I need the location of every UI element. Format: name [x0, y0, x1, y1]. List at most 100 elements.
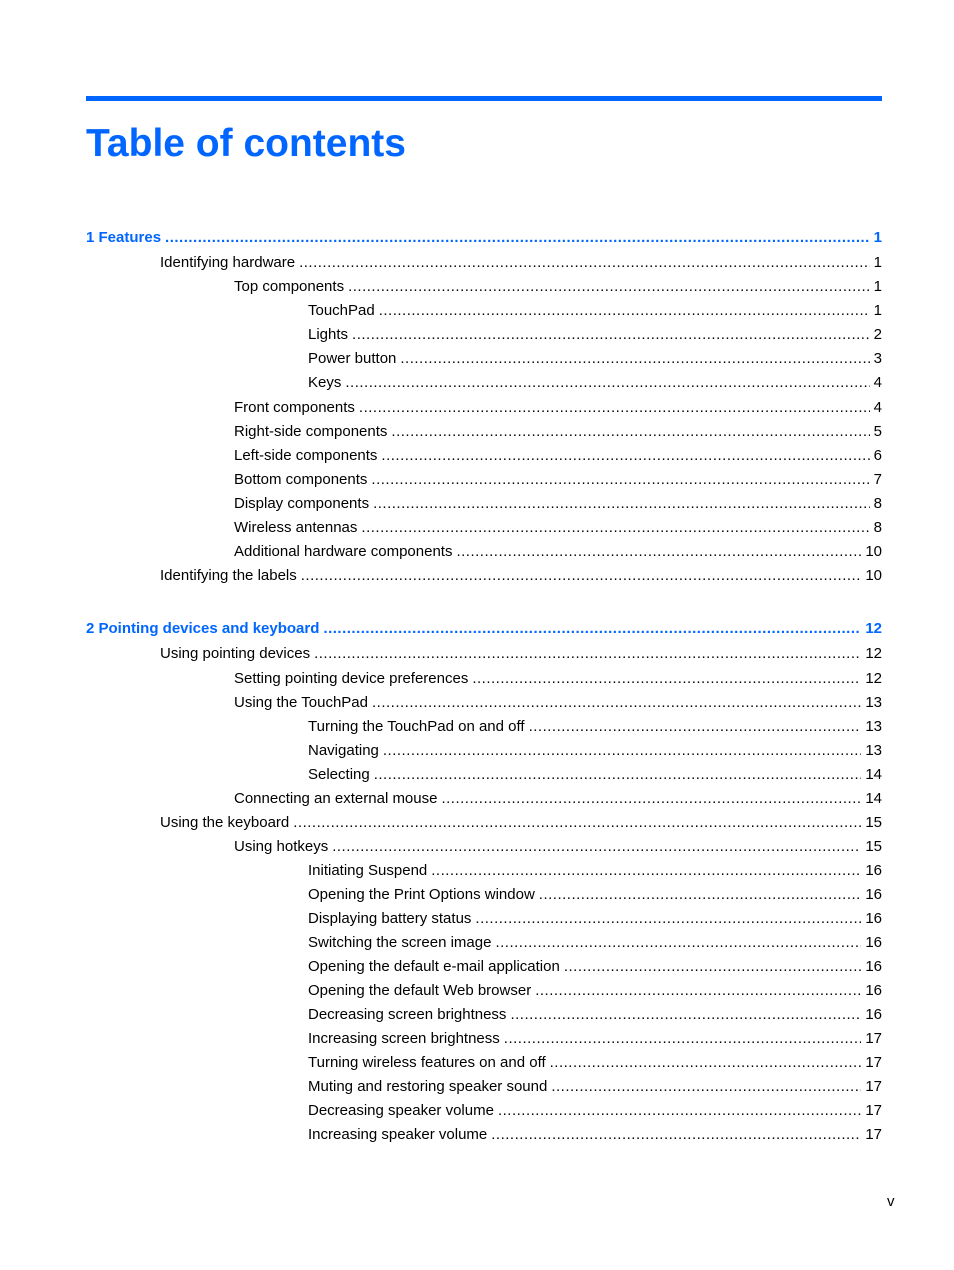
- toc-entry-page[interactable]: 17: [861, 1125, 882, 1145]
- toc-entry-page[interactable]: 13: [861, 741, 882, 761]
- toc-entry-page[interactable]: 17: [861, 1077, 882, 1097]
- toc-entry-page[interactable]: 13: [861, 693, 882, 713]
- toc-entry[interactable]: Setting pointing device preferences 12: [234, 669, 882, 689]
- toc-entry-page[interactable]: 15: [861, 813, 882, 833]
- toc-entry[interactable]: Turning wireless features on and off 17: [308, 1053, 882, 1073]
- toc-entry-label[interactable]: Decreasing speaker volume: [308, 1101, 498, 1121]
- toc-entry-label[interactable]: Using the keyboard: [160, 813, 294, 833]
- toc-entry-page[interactable]: 3: [870, 349, 882, 369]
- toc-entry-page[interactable]: 1: [870, 301, 882, 321]
- toc-entry-page[interactable]: 4: [870, 373, 882, 393]
- toc-entry-label[interactable]: Opening the default Web browser: [308, 981, 536, 1001]
- toc-entry-label[interactable]: Opening the Print Options window: [308, 885, 539, 905]
- toc-entry[interactable]: Right-side components 5: [234, 422, 882, 442]
- toc-entry-label[interactable]: Left-side components: [234, 446, 382, 466]
- toc-entry-label[interactable]: Identifying the labels: [160, 566, 301, 586]
- toc-entry[interactable]: Identifying the labels 10: [160, 566, 882, 586]
- toc-entry-label[interactable]: Using pointing devices: [160, 644, 315, 664]
- toc-entry-label[interactable]: 1 Features: [86, 228, 166, 248]
- toc-entry-page[interactable]: 16: [861, 1005, 882, 1025]
- toc-entry-label[interactable]: Front components: [234, 398, 359, 418]
- toc-entry-label[interactable]: Display components: [234, 494, 374, 514]
- toc-entry-page[interactable]: 16: [861, 861, 882, 881]
- toc-entry-label[interactable]: Right-side components: [234, 422, 392, 442]
- toc-entry-label[interactable]: Connecting an external mouse: [234, 789, 442, 809]
- toc-entry-label[interactable]: TouchPad: [308, 301, 379, 321]
- toc-chapter-entry[interactable]: 1 Features 1: [86, 228, 882, 248]
- toc-entry-page[interactable]: 14: [861, 789, 882, 809]
- toc-entry-label[interactable]: Switching the screen image: [308, 933, 496, 953]
- toc-entry[interactable]: Display components 8: [234, 494, 882, 514]
- toc-entry-page[interactable]: 2: [870, 325, 882, 345]
- toc-entry-page[interactable]: 14: [861, 765, 882, 785]
- toc-entry-page[interactable]: 1: [870, 277, 882, 297]
- toc-entry-label[interactable]: Wireless antennas: [234, 518, 362, 538]
- toc-entry[interactable]: Top components 1: [234, 277, 882, 297]
- toc-entry-page[interactable]: 15: [861, 837, 882, 857]
- toc-entry-label[interactable]: Decreasing screen brightness: [308, 1005, 511, 1025]
- toc-entry-page[interactable]: 8: [870, 518, 882, 538]
- toc-entry-page[interactable]: 12: [861, 619, 882, 639]
- toc-entry-page[interactable]: 5: [870, 422, 882, 442]
- toc-entry[interactable]: Additional hardware components 10: [234, 542, 882, 562]
- toc-entry-label[interactable]: Using hotkeys: [234, 837, 333, 857]
- toc-entry[interactable]: Left-side components 6: [234, 446, 882, 466]
- toc-entry-page[interactable]: 1: [870, 228, 882, 248]
- toc-entry-page[interactable]: 10: [861, 542, 882, 562]
- toc-entry-page[interactable]: 17: [861, 1053, 882, 1073]
- toc-entry-label[interactable]: Initiating Suspend: [308, 861, 432, 881]
- toc-entry[interactable]: Muting and restoring speaker sound 17: [308, 1077, 882, 1097]
- toc-entry[interactable]: Using the TouchPad 13: [234, 693, 882, 713]
- toc-entry[interactable]: Identifying hardware 1: [160, 253, 882, 273]
- toc-entry-page[interactable]: 17: [861, 1101, 882, 1121]
- toc-entry-page[interactable]: 17: [861, 1029, 882, 1049]
- toc-entry-label[interactable]: Keys: [308, 373, 346, 393]
- toc-entry[interactable]: Bottom components 7: [234, 470, 882, 490]
- toc-entry[interactable]: Using hotkeys 15: [234, 837, 882, 857]
- toc-entry[interactable]: Switching the screen image 16: [308, 933, 882, 953]
- toc-entry[interactable]: Increasing screen brightness 17: [308, 1029, 882, 1049]
- toc-entry-label[interactable]: Lights: [308, 325, 353, 345]
- toc-entry-page[interactable]: 16: [861, 981, 882, 1001]
- toc-entry-page[interactable]: 16: [861, 909, 882, 929]
- toc-entry[interactable]: Initiating Suspend 16: [308, 861, 882, 881]
- toc-entry[interactable]: Turning the TouchPad on and off 13: [308, 717, 882, 737]
- toc-entry-label[interactable]: Displaying battery status: [308, 909, 476, 929]
- toc-entry-label[interactable]: Muting and restoring speaker sound: [308, 1077, 552, 1097]
- toc-entry-label[interactable]: Using the TouchPad: [234, 693, 372, 713]
- toc-entry[interactable]: Decreasing speaker volume 17: [308, 1101, 882, 1121]
- toc-entry[interactable]: Using the keyboard 15: [160, 813, 882, 833]
- toc-entry-page[interactable]: 10: [861, 566, 882, 586]
- toc-entry-label[interactable]: Navigating: [308, 741, 383, 761]
- toc-entry-label[interactable]: Top components: [234, 277, 349, 297]
- toc-entry[interactable]: Using pointing devices 12: [160, 644, 882, 664]
- toc-entry[interactable]: Decreasing screen brightness 16: [308, 1005, 882, 1025]
- toc-entry[interactable]: Connecting an external mouse 14: [234, 789, 882, 809]
- toc-entry-label[interactable]: 2 Pointing devices and keyboard: [86, 619, 324, 639]
- toc-entry-page[interactable]: 12: [861, 669, 882, 689]
- toc-entry[interactable]: Displaying battery status 16: [308, 909, 882, 929]
- toc-entry-label[interactable]: Additional hardware components: [234, 542, 457, 562]
- toc-entry[interactable]: Wireless antennas 8: [234, 518, 882, 538]
- toc-entry-label[interactable]: Opening the default e-mail application: [308, 957, 564, 977]
- toc-entry-label[interactable]: Bottom components: [234, 470, 372, 490]
- toc-entry[interactable]: Opening the Print Options window 16: [308, 885, 882, 905]
- toc-entry-page[interactable]: 1: [870, 253, 882, 273]
- toc-entry-page[interactable]: 6: [870, 446, 882, 466]
- toc-entry-label[interactable]: Power button: [308, 349, 401, 369]
- toc-entry-label[interactable]: Identifying hardware: [160, 253, 300, 273]
- toc-entry-page[interactable]: 7: [870, 470, 882, 490]
- toc-entry-page[interactable]: 16: [861, 885, 882, 905]
- toc-entry[interactable]: Lights 2: [308, 325, 882, 345]
- toc-entry-label[interactable]: Selecting: [308, 765, 374, 785]
- toc-entry[interactable]: Keys 4: [308, 373, 882, 393]
- toc-entry-page[interactable]: 12: [861, 644, 882, 664]
- toc-entry[interactable]: Power button 3: [308, 349, 882, 369]
- toc-entry[interactable]: Opening the default Web browser 16: [308, 981, 882, 1001]
- toc-entry-label[interactable]: Increasing screen brightness: [308, 1029, 504, 1049]
- toc-entry-page[interactable]: 13: [861, 717, 882, 737]
- toc-chapter-entry[interactable]: 2 Pointing devices and keyboard 12: [86, 619, 882, 639]
- toc-entry[interactable]: Opening the default e-mail application 16: [308, 957, 882, 977]
- toc-entry-page[interactable]: 16: [861, 933, 882, 953]
- toc-entry[interactable]: Front components 4: [234, 398, 882, 418]
